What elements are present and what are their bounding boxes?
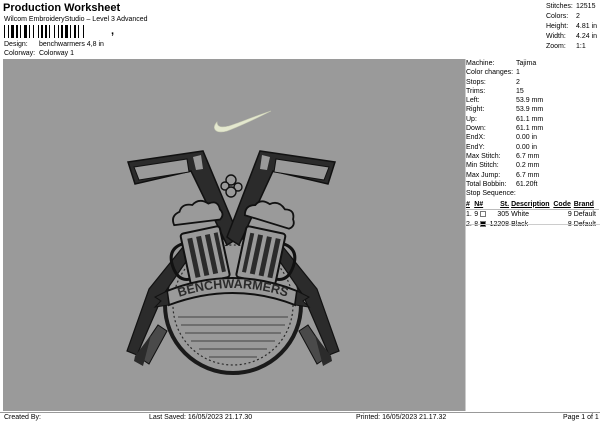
info-label: EndY: [466, 143, 485, 151]
info-value: 1 [516, 69, 520, 77]
design-value: benchwarmers 4,8 in [38, 41, 104, 48]
beer-foam-bubbles [220, 174, 243, 198]
page-number: Page 1 of 1 [563, 414, 599, 421]
info-label: Right: [466, 106, 485, 114]
info-value: 61.1 mm [516, 115, 544, 123]
col-description: Description [511, 200, 550, 208]
stat-value: 4.24 in [576, 33, 598, 40]
needle-number: 9 [474, 211, 479, 219]
table-divider [466, 224, 600, 225]
info-left: Left: 53.9 mm [466, 96, 600, 105]
info-up: Up: 61.1 mm [466, 115, 600, 124]
design-preview: BENCHWARMERS [3, 59, 465, 411]
stat-value: 4.81 in [576, 23, 598, 30]
stat-stitches: Stitches: 12515 [546, 2, 597, 12]
info-color-changes: Color changes: 1 [466, 68, 600, 77]
printed-date: Printed: 16/05/2023 21.17.32 [356, 414, 447, 421]
stat-label: Colors: [546, 13, 569, 20]
info-label: Min Stitch: [466, 162, 499, 170]
info-label: Max Jump: [466, 171, 501, 179]
info-value: 6.7 mm [516, 171, 540, 179]
stat-zoom: Zoom: 1:1 [546, 42, 597, 52]
info-label: Color changes: [466, 69, 514, 77]
stat-height: Height: 4.81 in [546, 22, 597, 32]
last-saved: Last Saved: 16/05/2023 21.17.30 [149, 414, 253, 421]
barcode-suffix: , [111, 25, 115, 37]
info-max-jump: Max Jump: 6.7 mm [466, 171, 600, 180]
stat-value: 12515 [576, 3, 596, 10]
info-label: Total Bobbin: [466, 180, 507, 188]
info-trims: Trims: 15 [466, 87, 600, 96]
stat-value: 2 [576, 13, 580, 20]
stat-label: Stitches: [546, 3, 573, 10]
col-needle: N# [474, 200, 484, 208]
info-endx: EndX: 0.00 in [466, 133, 600, 142]
info-label: Max Stitch: [466, 152, 501, 160]
info-label: Left: [466, 97, 480, 105]
worksheet-title: Production Worksheet [3, 2, 121, 14]
info-value: Tajima [516, 60, 537, 67]
cell-num: 1. [466, 211, 472, 219]
design-row: Design: benchwarmers 4,8 in [4, 41, 104, 48]
info-value: 15 [516, 87, 524, 95]
info-value: 53.9 mm [516, 97, 544, 105]
info-value: 53.9 mm [516, 106, 544, 114]
colorway-label: Colorway: [4, 50, 36, 57]
col-brand: Brand [573, 200, 594, 208]
stop-sequence-title: Stop Sequence: [466, 190, 516, 198]
colorway-row: Colorway: Colorway 1 [4, 50, 74, 57]
stat-colors: Colors: 2 [546, 12, 597, 22]
color-swatch [480, 211, 487, 218]
info-value: 61.1 mm [516, 125, 544, 133]
info-label: EndX: [466, 134, 486, 142]
info-right: Right: 53.9 mm [466, 105, 600, 114]
colorway-value: Colorway 1 [38, 50, 74, 57]
stat-label: Height: [546, 23, 569, 30]
cell-code: 9 [567, 211, 572, 219]
software-subtitle: Wilcom EmbroideryStudio – Level 3 Advanc… [4, 16, 148, 23]
cell-brand: Default [573, 211, 596, 219]
embroidery-artwork: BENCHWARMERS [126, 110, 340, 375]
swoosh-logo [214, 110, 272, 133]
cell-stitches: 305 [497, 211, 510, 219]
col-stitches: St. [500, 200, 510, 208]
created-by: Created By: [4, 414, 41, 421]
info-max-stitch: Max Stitch: 6.7 mm [466, 152, 600, 161]
info-machine: Machine: Tajima [466, 59, 600, 68]
cell-needle: 9 [474, 209, 488, 219]
info-value: 61.20ft [516, 180, 538, 188]
design-stats: Stitches: 12515 Colors: 2 Height: 4.81 in W… [546, 2, 597, 52]
stop-sequence-table: # N# St. Description Code Brand 1. 9 305… [466, 199, 599, 229]
info-label: Down: [466, 125, 486, 133]
col-code: Code [553, 200, 571, 208]
table-row: 1. 9 305 White 9 Default [466, 209, 599, 219]
info-value: 2 [516, 78, 520, 86]
info-label: Up: [466, 115, 477, 123]
stat-width: Width: 4.24 in [546, 32, 597, 42]
info-label: Trims: [466, 87, 486, 95]
info-label: Stops: [466, 78, 486, 86]
info-total-bobbin: Total Bobbin: 61.20ft [466, 180, 600, 189]
info-stops: Stops: 2 [466, 78, 600, 87]
info-min-stitch: Min Stitch: 0.2 mm [466, 161, 600, 170]
stat-label: Zoom: [546, 43, 566, 50]
machine-info-panel: Machine: Tajima Color changes: 1 Stops: 2 T… [466, 59, 600, 229]
info-down: Down: 61.1 mm [466, 124, 600, 133]
info-value: 0.00 in [516, 143, 538, 151]
table-header-row: # N# St. Description Code Brand [466, 199, 599, 209]
design-label: Design: [4, 41, 28, 48]
col-num: # [466, 200, 470, 208]
info-label: Machine: [466, 60, 495, 67]
stat-label: Width: [546, 33, 566, 40]
info-value: 0.00 in [516, 134, 538, 142]
page-footer: Created By: Last Saved: 16/05/2023 21.17… [0, 412, 600, 424]
info-value: 6.7 mm [516, 152, 540, 160]
cell-description: White [511, 211, 529, 219]
stat-value: 1:1 [576, 43, 586, 50]
info-value: 0.2 mm [516, 162, 540, 170]
barcode [4, 25, 84, 38]
info-endy: EndY: 0.00 in [466, 143, 600, 152]
